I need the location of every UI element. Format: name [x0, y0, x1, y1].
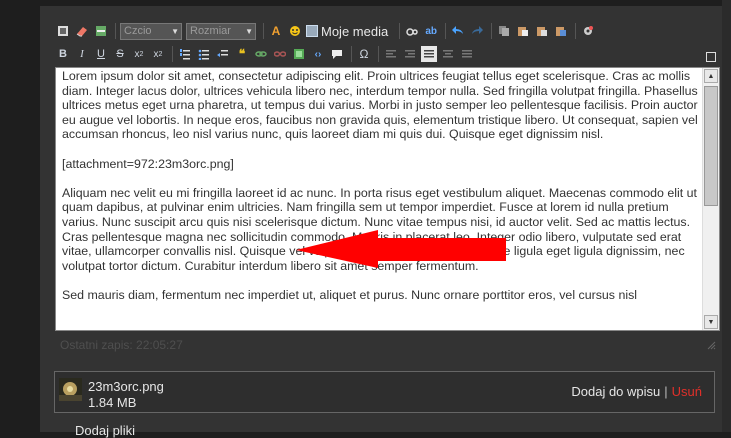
toolbar-separator [115, 23, 116, 39]
toolbar-separator [263, 23, 264, 39]
size-select-value: Rozmiar [190, 25, 231, 37]
paragraph-1: Lorem ipsum dolor sit amet, consectetur … [62, 69, 698, 142]
align-right-icon[interactable] [402, 46, 418, 62]
toolbar-separator [491, 23, 493, 39]
scroll-up-icon[interactable]: ▲ [704, 69, 718, 83]
paste-text-icon[interactable] [534, 23, 550, 39]
attachment-thumbnail[interactable] [59, 378, 82, 401]
action-separator: | [664, 384, 668, 399]
maximize-icon[interactable] [706, 52, 716, 62]
toolbar-separator [399, 23, 401, 39]
toolbar-separator [378, 46, 379, 62]
underline-icon[interactable]: U [93, 46, 109, 62]
my-media-button[interactable]: Moje media [306, 24, 388, 39]
special-char-icon[interactable]: Ω [356, 46, 372, 62]
undo-icon[interactable] [450, 23, 466, 39]
editor-textarea[interactable]: Lorem ipsum dolor sit amet, consectetur … [55, 67, 720, 331]
align-center-icon[interactable] [440, 46, 456, 62]
outdent-icon[interactable] [215, 46, 231, 62]
page-edge [722, 0, 731, 432]
editor-scrollbar[interactable]: ▲ ▼ [702, 68, 719, 330]
toolbar-row-2: B I U S x2 x2 ❝ ‹› Ω [55, 43, 478, 65]
paste-icon[interactable] [515, 23, 531, 39]
source-icon[interactable] [55, 23, 71, 39]
toolbar-separator [445, 23, 447, 39]
toolbar-separator [172, 46, 173, 62]
attachment-shortcode: [attachment=972:23m3orc.png] [62, 156, 234, 171]
attachment-filename: 23m3orc.png [88, 379, 164, 394]
toolbar-separator [575, 23, 577, 39]
image-icon[interactable] [291, 46, 307, 62]
comment-icon[interactable] [329, 46, 345, 62]
copy-icon[interactable] [496, 23, 512, 39]
scroll-down-icon[interactable]: ▼ [704, 315, 718, 329]
find-icon[interactable] [404, 23, 420, 39]
editor-content[interactable]: Lorem ipsum dolor sit amet, consectetur … [62, 69, 698, 317]
toolbar-separator [351, 46, 352, 62]
scroll-thumb[interactable] [704, 86, 718, 206]
align-full-icon[interactable] [459, 46, 475, 62]
template-icon[interactable] [93, 23, 109, 39]
link-icon[interactable] [253, 46, 269, 62]
text-color-icon[interactable]: A [268, 23, 284, 39]
blockquote-icon[interactable]: ❝ [234, 46, 250, 62]
red-arrow-annotation [296, 230, 506, 268]
numbered-list-icon[interactable] [177, 46, 193, 62]
attachment-size: 1.84 MB [88, 395, 137, 410]
chevron-down-icon: ▼ [171, 26, 179, 36]
add-files-link[interactable]: Dodaj pliki [75, 423, 135, 438]
settings-icon[interactable] [580, 23, 596, 39]
bullet-list-icon[interactable] [196, 46, 212, 62]
attachment-actions: Dodaj do wpisu | Usuń [571, 384, 702, 399]
font-select[interactable]: Czcio ▼ [120, 22, 182, 40]
superscript-icon[interactable]: x2 [150, 46, 166, 62]
resize-grip-icon[interactable] [706, 340, 716, 350]
paragraph-3: Sed mauris diam, fermentum nec imperdiet… [62, 287, 638, 302]
subscript-icon[interactable]: x2 [131, 46, 147, 62]
delete-link[interactable]: Usuń [672, 384, 702, 399]
align-left-icon[interactable] [383, 46, 399, 62]
italic-icon[interactable]: I [74, 46, 90, 62]
add-to-post-link[interactable]: Dodaj do wpisu [571, 384, 660, 399]
bold-icon[interactable]: B [55, 46, 71, 62]
paste-word-icon[interactable] [553, 23, 569, 39]
editor-toolbar: Czcio ▼ Rozmiar ▼ A Moje media ab B I U S … [55, 18, 720, 64]
font-select-value: Czcio [124, 25, 152, 37]
toolbar-row-1: Czcio ▼ Rozmiar ▼ A Moje media ab [55, 20, 599, 42]
align-justify-icon[interactable] [421, 46, 437, 62]
strikethrough-icon[interactable]: S [112, 46, 128, 62]
chevron-down-icon: ▼ [245, 26, 253, 36]
media-icon [306, 25, 318, 37]
attachment-item: 23m3orc.png 1.84 MB Dodaj do wpisu | Usuń [54, 371, 715, 413]
size-select[interactable]: Rozmiar ▼ [186, 22, 256, 40]
last-saved-status: Ostatni zapis: 22:05:27 [60, 338, 183, 352]
my-media-label: Moje media [321, 23, 389, 39]
eraser-icon[interactable] [74, 23, 90, 39]
replace-icon[interactable]: ab [423, 23, 439, 39]
redo-icon[interactable] [469, 23, 485, 39]
unlink-icon[interactable] [272, 46, 288, 62]
code-icon[interactable]: ‹› [310, 46, 326, 62]
smiley-icon[interactable] [287, 23, 303, 39]
